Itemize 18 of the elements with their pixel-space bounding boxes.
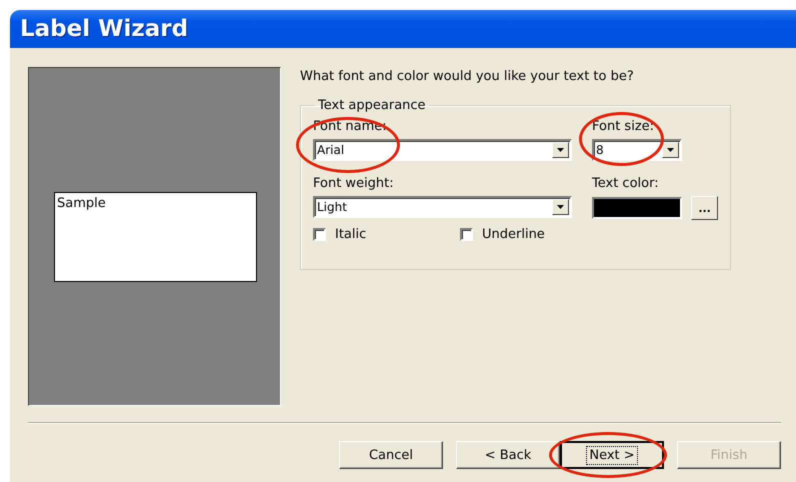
wizard-button[interactable]: < Back (456, 441, 560, 469)
dropdown-field[interactable]: Arial (313, 139, 572, 161)
field-label: Text color: (592, 176, 659, 193)
checkbox[interactable] (460, 228, 473, 241)
checkbox-label: Italic (335, 227, 366, 242)
wizard-button[interactable]: Cancel (339, 441, 443, 469)
dropdown-field[interactable]: 8 (592, 139, 682, 161)
dropdown-field[interactable]: Light (313, 196, 572, 218)
color-swatch[interactable] (592, 197, 682, 219)
group-title: Text appearance (317, 98, 427, 113)
prompt-text: What font and color would you like your text to be? (300, 69, 635, 84)
window-title: Label Wizard (10, 10, 796, 48)
field-label: Font weight: (313, 176, 394, 193)
sample-text: Sample (54, 192, 257, 282)
checkbox[interactable] (313, 228, 326, 241)
checkbox-label: Underline (482, 227, 545, 242)
color-picker-button[interactable]: ... (691, 196, 718, 220)
wizard-button[interactable]: Next > (560, 441, 664, 469)
